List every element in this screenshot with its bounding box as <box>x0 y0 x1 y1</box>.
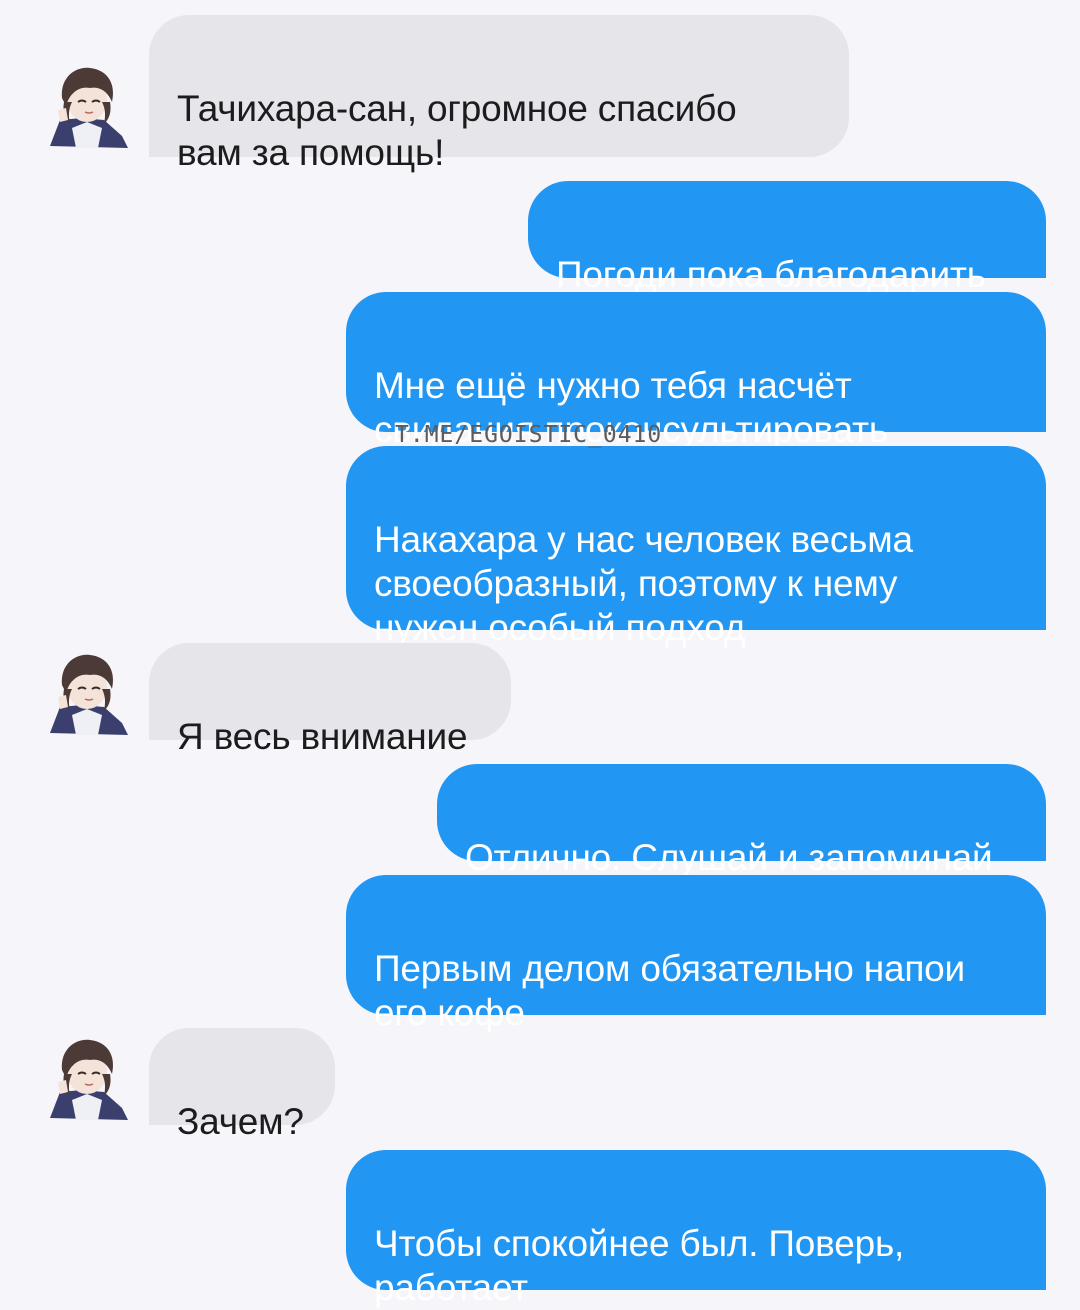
chat-thread: Тачихара-сан, огромное спасибо вам за по… <box>0 0 1080 1308</box>
contact-avatar[interactable] <box>42 645 132 735</box>
outgoing-message-bubble[interactable]: Накахара у нас человек весьма своеобразн… <box>346 446 1046 648</box>
outgoing-message-bubble[interactable]: Отлично. Слушай и запоминай <box>437 764 1046 878</box>
contact-avatar[interactable] <box>42 58 132 148</box>
outgoing-message-bubble[interactable]: Погоди пока благодарить <box>528 181 1046 295</box>
message-text: Первым делом обязательно напои его кофе <box>374 948 966 1033</box>
outgoing-message-bubble[interactable]: Чтобы спокойнее был. Поверь, работает <box>346 1150 1046 1308</box>
avatar-illustration-icon <box>42 1030 132 1120</box>
avatar-illustration-icon <box>42 58 132 148</box>
outgoing-message-bubble[interactable]: Первым делом обязательно напои его кофе <box>346 875 1046 1033</box>
message-text: Я весь внимание <box>177 716 468 757</box>
incoming-message-bubble[interactable]: Тачихара-сан, огромное спасибо вам за по… <box>149 15 849 173</box>
message-text: Чтобы спокойнее был. Поверь, работает <box>374 1223 905 1308</box>
watermark: T.ME/EGOISTIC_0410 <box>395 422 663 448</box>
contact-avatar[interactable] <box>42 1030 132 1120</box>
incoming-message-bubble[interactable]: Я весь внимание <box>149 643 511 757</box>
message-text: Погоди пока благодарить <box>556 254 986 295</box>
outgoing-message-bubble[interactable]: Мне ещё нужно тебя насчёт свидания проко… <box>346 292 1046 450</box>
incoming-message-bubble[interactable]: Зачем? <box>149 1028 335 1142</box>
message-text: Накахара у нас человек весьма своеобразн… <box>374 519 913 648</box>
message-text: Зачем? <box>177 1101 304 1142</box>
avatar-illustration-icon <box>42 645 132 735</box>
message-text: Отлично. Слушай и запоминай <box>465 837 993 878</box>
message-text: Тачихара-сан, огромное спасибо вам за по… <box>177 88 737 173</box>
